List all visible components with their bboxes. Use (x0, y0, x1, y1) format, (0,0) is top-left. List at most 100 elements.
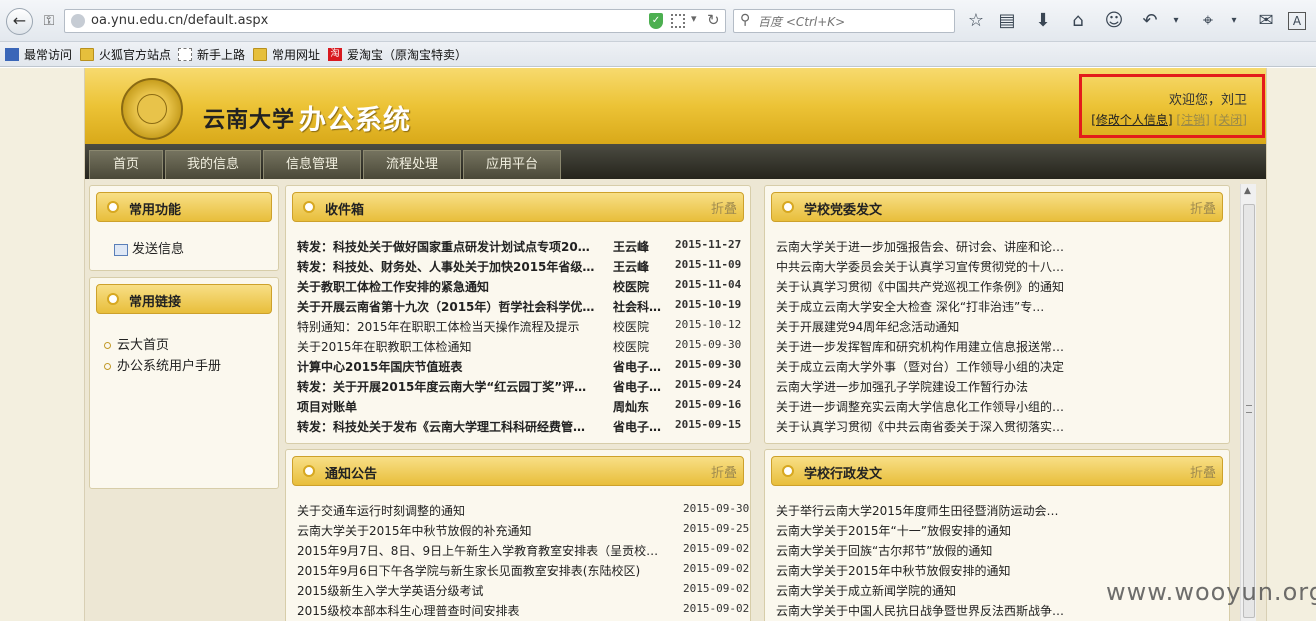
list-item[interactable]: 转发：科技处、财务处、人事处关于加快2015年省级… 王云峰 2015-11-09 (297, 256, 744, 276)
chevron-down-icon[interactable]: ▾ (1164, 9, 1188, 33)
qr-code-icon[interactable] (671, 14, 685, 28)
list-item[interactable]: 关于成立云南大学外事（暨对台）工作领导小组的决定 (776, 356, 1223, 376)
reload-icon[interactable]: ↻ (707, 11, 720, 29)
tab-app-platform[interactable]: 应用平台 (463, 150, 561, 179)
search-input[interactable] (758, 13, 948, 30)
smiley-icon[interactable]: ☺ (1102, 9, 1126, 33)
link-user-manual[interactable]: 办公系统用户手册 (104, 355, 221, 374)
item-title[interactable]: 云南大学关于进一步加强报告会、研讨会、讲座和论… (776, 238, 1066, 255)
collapse-button[interactable]: 折叠 (1190, 198, 1216, 217)
item-title[interactable]: 云南大学关于成立新闻学院的通知 (776, 582, 1066, 599)
undo-icon[interactable]: ↶ (1138, 9, 1162, 33)
item-title[interactable]: 关于举行云南大学2015年度师生田径暨消防运动会的… (776, 502, 1066, 519)
list-item[interactable]: 关于开展云南省第十九次（2015年）哲学社会科学优… 社会科… 2015-10-19 (297, 296, 744, 316)
tab-home[interactable]: 首页 (89, 150, 163, 179)
link-ynu-home[interactable]: 云大首页 (104, 334, 169, 353)
list-item[interactable]: 关于交通车运行时刻调整的通知 2015-09-30 (297, 500, 749, 520)
item-title[interactable]: 计算中心2015年国庆节值班表 (297, 358, 609, 375)
item-title[interactable]: 云南大学关于2015年“十一”放假安排的通知 (776, 522, 1066, 539)
list-item[interactable]: 转发：关于开展2015年度云南大学“红云园丁奖”评… 省电子… 2015-09-24 (297, 376, 744, 396)
bookmark-most-visited[interactable]: 最常访问 (5, 46, 72, 63)
chevron-down-icon[interactable]: ▾ (1222, 9, 1246, 33)
item-title[interactable]: 转发：科技处关于发布《云南大学理工科科研经费管… (297, 418, 609, 435)
search-box[interactable]: ⚲ (733, 9, 955, 33)
list-item[interactable]: 云南大学关于2015年中秋节放假的补充通知 2015-09-25 (297, 520, 749, 540)
item-title[interactable]: 特别通知：2015年在职职工体检当天操作流程及提示 (297, 318, 609, 335)
item-title[interactable]: 关于交通车运行时刻调整的通知 (297, 502, 669, 519)
list-item[interactable]: 云南大学关于2015年中秋节放假安排的通知 (776, 560, 1223, 580)
item-title[interactable]: 关于开展建党94周年纪念活动通知 (776, 318, 1066, 335)
list-item[interactable]: 关于进一步调整充实云南大学信息化工作领导小组的… (776, 396, 1223, 416)
url-text[interactable]: oa.ynu.edu.cn/default.aspx (91, 13, 268, 28)
chevron-down-icon[interactable]: ▾ (691, 12, 697, 25)
tab-my-info[interactable]: 我的信息 (165, 150, 261, 179)
edit-profile-link[interactable]: [修改个人信息] (1091, 113, 1172, 127)
collapse-button[interactable]: 折叠 (711, 198, 737, 217)
chat-icon[interactable]: ✉ (1254, 9, 1278, 33)
list-item[interactable]: 关于认真学习贯彻《中国共产党巡视工作条例》的通知 (776, 276, 1223, 296)
bookmark-getting-started[interactable]: 新手上路 (178, 46, 245, 63)
item-title[interactable]: 转发：科技处关于做好国家重点研发计划试点专项20… (297, 238, 609, 255)
item-title[interactable]: 关于2015年在职教职工体检通知 (297, 338, 609, 355)
bookmark-common-sites[interactable]: 常用网址 (253, 46, 320, 63)
list-item[interactable]: 2015年9月7日、8日、9日上午新生入学教育教室安排表（呈贡校区） 2015-0… (297, 540, 749, 560)
list-item[interactable]: 转发：科技处关于发布《云南大学理工科科研经费管… 省电子… 2015-09-15 (297, 416, 744, 436)
close-link[interactable]: [关闭] (1214, 113, 1247, 127)
item-title[interactable]: 转发：关于开展2015年度云南大学“红云园丁奖”评… (297, 378, 609, 395)
list-item[interactable]: 云南大学关于回族“古尔邦节”放假的通知 (776, 540, 1223, 560)
item-title[interactable]: 云南大学关于2015年中秋节放假安排的通知 (776, 562, 1066, 579)
item-title[interactable]: 转发：科技处、财务处、人事处关于加快2015年省级… (297, 258, 609, 275)
reading-list-icon[interactable]: ▤ (995, 9, 1019, 33)
list-item[interactable]: 特别通知：2015年在职职工体检当天操作流程及提示 校医院 2015-10-12 (297, 316, 744, 336)
collapse-button[interactable]: 折叠 (1190, 462, 1216, 481)
download-icon[interactable]: ⬇ (1031, 9, 1055, 33)
list-item[interactable]: 关于2015年在职教职工体检通知 校医院 2015-09-30 (297, 336, 744, 356)
item-title[interactable]: 关于开展云南省第十九次（2015年）哲学社会科学优… (297, 298, 609, 315)
item-title[interactable]: 关于成立云南大学外事（暨对台）工作领导小组的决定 (776, 358, 1066, 375)
item-title[interactable]: 云南大学关于2015年中秋节放假的补充通知 (297, 522, 669, 539)
list-item[interactable]: 关于认真学习贯彻《中共云南省委关于深入贯彻落实… (776, 416, 1223, 436)
list-item[interactable]: 关于进一步发挥智库和研究机构作用建立信息报送常… (776, 336, 1223, 356)
item-title[interactable]: 关于认真学习贯彻《中共云南省委关于深入贯彻落实… (776, 418, 1066, 435)
send-message-link[interactable]: 发送信息 (114, 238, 184, 257)
list-item[interactable]: 云南大学关于进一步加强报告会、研讨会、讲座和论… (776, 236, 1223, 256)
item-title[interactable]: 关于进一步发挥智库和研究机构作用建立信息报送常… (776, 338, 1066, 355)
tab-workflow[interactable]: 流程处理 (363, 150, 461, 179)
scrollbar-thumb[interactable] (1243, 204, 1255, 618)
list-item[interactable]: 关于开展建党94周年纪念活动通知 (776, 316, 1223, 336)
item-title[interactable]: 云南大学进一步加强孔子学院建设工作暂行办法 (776, 378, 1066, 395)
address-bar[interactable]: oa.ynu.edu.cn/default.aspx ✓ ▾ ↻ (64, 9, 726, 33)
item-title[interactable]: 2015年9月7日、8日、9日上午新生入学教育教室安排表（呈贡校区） (297, 542, 669, 559)
item-title[interactable]: 关于教职工体检工作安排的紧急通知 (297, 278, 609, 295)
vertical-scrollbar[interactable]: ▲ (1240, 184, 1256, 621)
item-title[interactable]: 项目对账单 (297, 398, 609, 415)
shield-icon[interactable]: ✓ (649, 13, 663, 29)
list-item[interactable]: 云南大学进一步加强孔子学院建设工作暂行办法 (776, 376, 1223, 396)
tab-info-management[interactable]: 信息管理 (263, 150, 361, 179)
item-title[interactable]: 2015年9月6日下午各学院与新生家长见面教室安排表(东陆校区) (297, 562, 669, 579)
item-title[interactable]: 中共云南大学委员会关于认真学习宣传贯彻党的十八… (776, 258, 1066, 275)
collapse-button[interactable]: 折叠 (711, 462, 737, 481)
item-title[interactable]: 关于认真学习贯彻《中国共产党巡视工作条例》的通知 (776, 278, 1066, 295)
item-title[interactable]: 关于成立云南大学安全大检查 深化“打非治违”专… (776, 298, 1066, 315)
item-title[interactable]: 2015级校本部本科生心理普查时间安排表 (297, 602, 669, 619)
list-item[interactable]: 中共云南大学委员会关于认真学习宣传贯彻党的十八… (776, 256, 1223, 276)
list-item[interactable]: 2015级校本部本科生心理普查时间安排表 2015-09-02 (297, 600, 749, 620)
bookmark-taobao[interactable]: 淘 爱淘宝（原淘宝特卖） (328, 46, 467, 63)
logout-link[interactable]: [注销] (1176, 113, 1209, 127)
translate-icon[interactable]: A (1288, 12, 1306, 30)
list-item[interactable]: 2015年9月6日下午各学院与新生家长见面教室安排表(东陆校区) 2015-09-… (297, 560, 749, 580)
list-item[interactable]: 关于成立云南大学安全大检查 深化“打非治违”专… (776, 296, 1223, 316)
home-icon[interactable]: ⌂ (1066, 9, 1090, 33)
list-item[interactable]: 计算中心2015年国庆节值班表 省电子… 2015-09-30 (297, 356, 744, 376)
bookmark-firefox-site[interactable]: 火狐官方站点 (80, 46, 171, 63)
item-title[interactable]: 关于进一步调整充实云南大学信息化工作领导小组的… (776, 398, 1066, 415)
list-item[interactable]: 转发：科技处关于做好国家重点研发计划试点专项20… 王云峰 2015-11-27 (297, 236, 744, 256)
scroll-up-icon[interactable]: ▲ (1244, 186, 1251, 196)
crop-icon[interactable]: ⌖ (1196, 9, 1220, 33)
list-item[interactable]: 关于教职工体检工作安排的紧急通知 校医院 2015-11-04 (297, 276, 744, 296)
list-item[interactable]: 关于举行云南大学2015年度师生田径暨消防运动会的… (776, 500, 1223, 520)
list-item[interactable]: 项目对账单 周灿东 2015-09-16 (297, 396, 744, 416)
key-icon[interactable]: ⚿ (39, 11, 59, 31)
list-item[interactable]: 2015级新生入学大学英语分级考试 2015-09-02 (297, 580, 749, 600)
